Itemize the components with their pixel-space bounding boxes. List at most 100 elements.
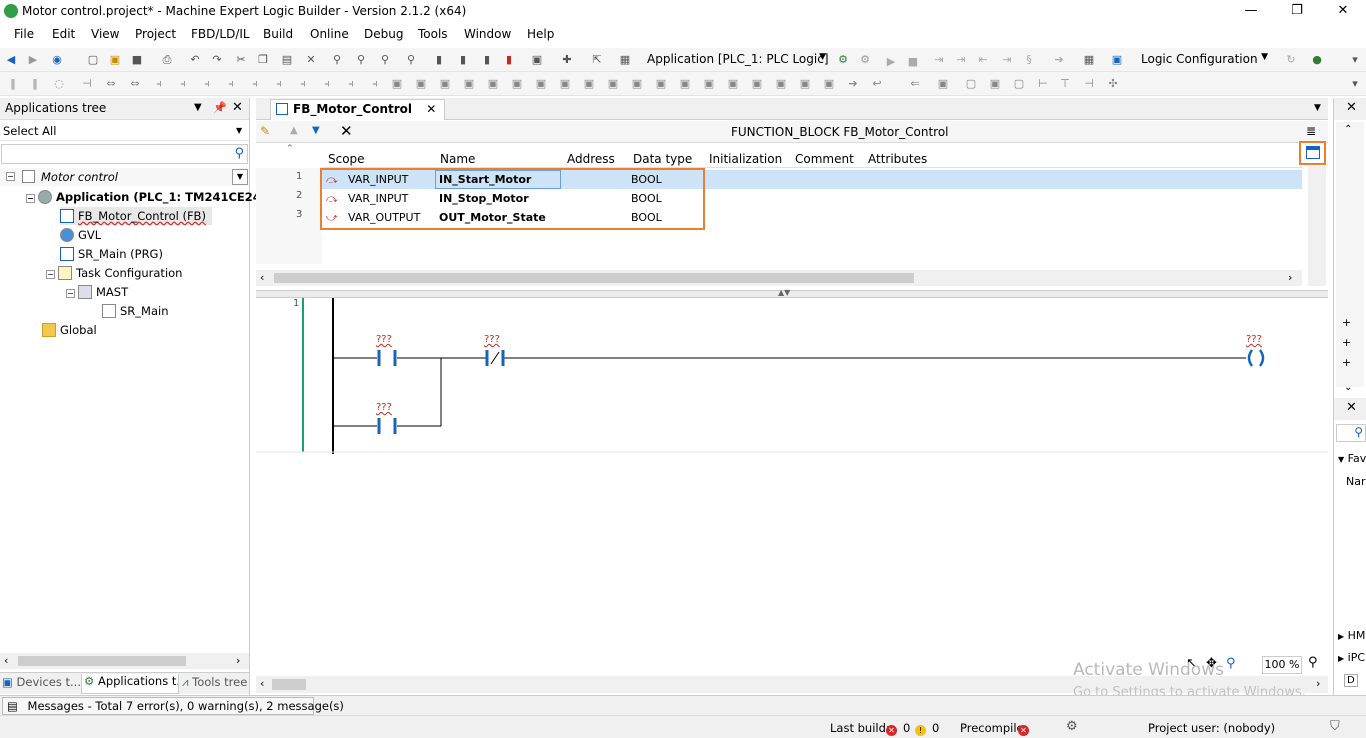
tree-item-application[interactable]: − Application (PLC_1: TM241CE24R) bbox=[26, 188, 275, 206]
right-search-input[interactable]: ⚲ bbox=[1336, 424, 1366, 442]
favorites-label[interactable]: ▼ Fav bbox=[1338, 452, 1366, 465]
collapse-icon[interactable]: − bbox=[6, 172, 15, 181]
fbd-arrow-icon[interactable]: ➔ bbox=[846, 77, 860, 91]
maximize-button[interactable]: ❐ bbox=[1274, 0, 1320, 24]
close-pane-icon[interactable]: ✕ bbox=[232, 100, 243, 115]
calculator-icon[interactable]: ▦ bbox=[618, 53, 632, 67]
tab-tools-tree[interactable]: ⩘ Tools tree bbox=[182, 675, 248, 693]
precompile-error-icon[interactable]: ✕ bbox=[1018, 721, 1029, 736]
declaration-horizontal-scrollbar[interactable]: ‹ › bbox=[256, 270, 1302, 286]
zoom-level[interactable]: 100 % bbox=[1262, 656, 1302, 674]
ld-return-icon[interactable]: ⇔ bbox=[128, 77, 142, 91]
messages-tab[interactable]: ▤ Messages - Total 7 error(s), 0 warning… bbox=[2, 697, 344, 715]
logout-icon[interactable]: ⚙ bbox=[858, 53, 872, 67]
login-icon[interactable]: ⚙ bbox=[836, 53, 850, 67]
ld-comment-icon[interactable]: ⫞ bbox=[368, 77, 382, 91]
logic-configuration-combo[interactable]: Logic Configuration ▼ bbox=[1136, 49, 1272, 69]
move-down-icon[interactable]: ▼ bbox=[312, 125, 320, 136]
forward-icon[interactable]: ▶ bbox=[26, 53, 40, 67]
menu-debug[interactable]: Debug bbox=[364, 27, 403, 41]
ld-contact-icon[interactable]: ‖ bbox=[6, 77, 20, 91]
tree-root-row[interactable]: − Motor control ▼ bbox=[0, 168, 249, 186]
menu-build[interactable]: Build bbox=[263, 27, 293, 41]
bookmark-next-icon[interactable]: ▮ bbox=[456, 53, 470, 67]
scroll-thumb[interactable] bbox=[274, 273, 914, 283]
fbd-box4-icon[interactable]: ▣ bbox=[988, 77, 1002, 91]
scroll-left-icon[interactable]: ‹ bbox=[260, 271, 264, 284]
paste-icon[interactable]: ▤ bbox=[280, 53, 294, 67]
collapse-icon[interactable]: − bbox=[26, 194, 35, 203]
tab-applications-tree[interactable]: ⚙ Applications t... bbox=[81, 674, 179, 694]
scroll-thumb[interactable] bbox=[272, 679, 306, 690]
breakpoint-icon[interactable]: § bbox=[1022, 53, 1036, 67]
tree-root-dropdown-icon[interactable]: ▼ bbox=[232, 169, 248, 185]
close-pane-icon[interactable]: ✕ bbox=[1346, 100, 1357, 115]
run-icon[interactable]: ▶ bbox=[884, 55, 898, 69]
collapse-icon[interactable]: − bbox=[66, 289, 75, 298]
ld-output-icon[interactable]: ⫞ bbox=[248, 77, 262, 91]
fbd-network-icon[interactable]: ▣ bbox=[702, 77, 716, 91]
fbd-delete-icon[interactable]: ▣ bbox=[822, 77, 836, 91]
fbd-assign-icon[interactable]: ▣ bbox=[414, 77, 428, 91]
fbd-set-icon[interactable]: ▣ bbox=[606, 77, 620, 91]
tree-horizontal-scrollbar[interactable]: ‹ › bbox=[0, 653, 249, 669]
editor-splitter[interactable]: ▲▼ bbox=[256, 288, 1328, 298]
bookmark-clear-icon[interactable]: ▮ bbox=[502, 53, 516, 67]
fbd-edge-icon[interactable]: ▣ bbox=[582, 77, 596, 91]
collapse-icon[interactable]: − bbox=[46, 270, 55, 279]
table-view-toggle[interactable] bbox=[1299, 141, 1326, 165]
tree-item-task-configuration[interactable]: − Task Configuration bbox=[46, 264, 182, 282]
ld-box-icon[interactable]: ⫞ bbox=[200, 77, 214, 91]
print-icon[interactable]: ⎙ bbox=[160, 53, 174, 67]
fbd-box-icon[interactable]: ▣ bbox=[390, 77, 404, 91]
undo-icon[interactable]: ↶ bbox=[188, 53, 202, 67]
menu-help[interactable]: Help bbox=[527, 27, 554, 41]
open-folder-icon[interactable]: ▣ bbox=[108, 53, 122, 67]
ld-negated-contact-icon[interactable]: ‖ bbox=[28, 77, 42, 91]
fbd-negate-icon[interactable]: ▣ bbox=[558, 77, 572, 91]
expand-icon[interactable]: + bbox=[1342, 316, 1351, 329]
navigate-icon[interactable]: ◉ bbox=[50, 53, 64, 67]
step-into-icon[interactable]: ⇥ bbox=[954, 53, 968, 67]
ld-jump-icon[interactable]: ⇔ bbox=[104, 77, 118, 91]
stop-icon[interactable]: ■ bbox=[906, 55, 920, 69]
menu-file[interactable]: File bbox=[14, 27, 34, 41]
application-combo[interactable]: Application [PLC_1: PLC Logic] ▼ bbox=[642, 49, 830, 69]
scroll-down-icon[interactable]: ⌄ bbox=[1344, 382, 1352, 393]
ld-branch-icon[interactable]: ⫞ bbox=[152, 77, 166, 91]
ld-falling-icon[interactable]: ⫞ bbox=[344, 77, 358, 91]
close-tab-icon[interactable]: ✕ bbox=[426, 102, 436, 116]
tab-fb-motor-control[interactable]: FB_Motor_Control ✕ bbox=[270, 99, 446, 120]
fbd-enable-icon[interactable]: ▣ bbox=[750, 77, 764, 91]
user-icon[interactable]: ● bbox=[1310, 53, 1324, 67]
delete-icon[interactable]: ✕ bbox=[304, 53, 318, 67]
find-next-icon[interactable]: ⚲ bbox=[378, 53, 392, 67]
pane-dropdown-icon[interactable]: ▼ bbox=[194, 102, 202, 113]
fbd-goto-icon[interactable]: ↩ bbox=[870, 77, 884, 91]
col-address[interactable]: Address bbox=[567, 152, 615, 166]
delete-variable-icon[interactable]: ✕ bbox=[340, 122, 353, 140]
error-count[interactable]: 0 bbox=[903, 721, 910, 735]
scroll-left-icon[interactable]: ‹ bbox=[260, 677, 264, 690]
warning-count[interactable]: 0 bbox=[932, 721, 939, 735]
toolbox-scroll[interactable]: ⌃ + + + ⌄ bbox=[1336, 122, 1364, 393]
menu-fbd[interactable]: FBD/LD/IL bbox=[191, 27, 250, 41]
col-data-type[interactable]: Data type bbox=[633, 152, 692, 166]
filter-combo[interactable]: Select All ▼ bbox=[0, 121, 249, 141]
bookmark-prev-icon[interactable]: ▮ bbox=[480, 53, 494, 67]
scroll-right-icon[interactable]: › bbox=[236, 654, 240, 667]
search-icon[interactable]: ⚲ bbox=[234, 146, 244, 161]
scroll-right-icon[interactable]: › bbox=[1316, 677, 1320, 690]
fbd-output-icon[interactable]: ▣ bbox=[462, 77, 476, 91]
pin-icon[interactable]: 📌 bbox=[213, 101, 227, 114]
fbd-align-left-icon[interactable]: ⊢ bbox=[1036, 77, 1050, 91]
menu-project[interactable]: Project bbox=[135, 27, 176, 41]
fbd-insert-icon[interactable]: ▣ bbox=[798, 77, 812, 91]
ld-network-icon[interactable]: ⊣ bbox=[80, 77, 94, 91]
tab-devices-tree[interactable]: ▣ Devices t... bbox=[2, 675, 80, 693]
menu-tools[interactable]: Tools bbox=[418, 27, 448, 41]
scroll-up-icon[interactable]: ⌃ bbox=[1344, 124, 1352, 135]
menu-online[interactable]: Online bbox=[310, 27, 349, 41]
redo-icon[interactable]: ↷ bbox=[210, 53, 224, 67]
force-icon[interactable]: ▦ bbox=[1082, 53, 1096, 67]
